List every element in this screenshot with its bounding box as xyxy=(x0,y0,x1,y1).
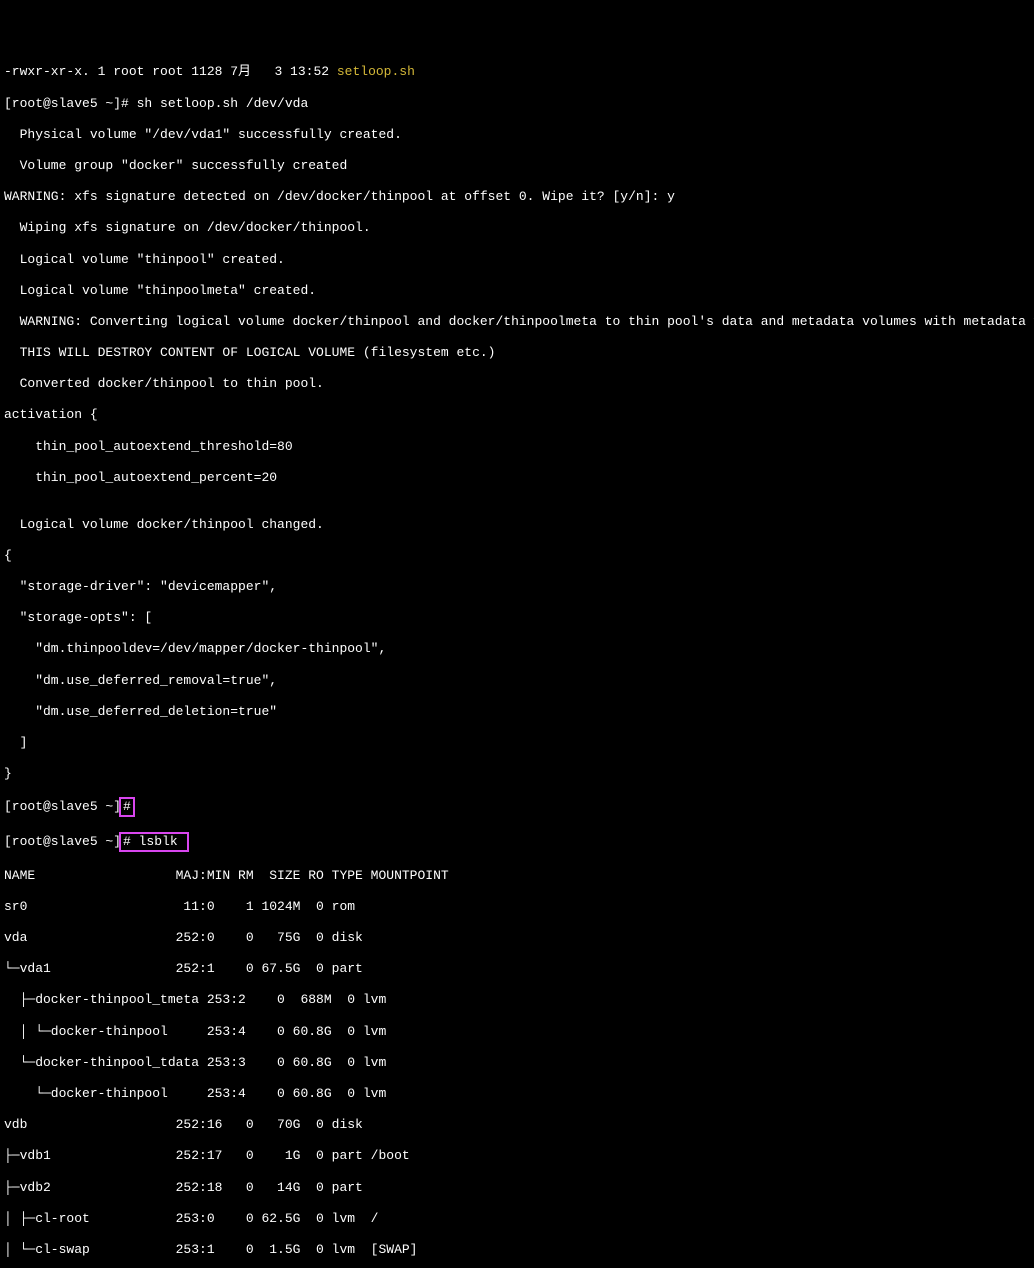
terminal-line: Volume group "docker" successfully creat… xyxy=(4,158,1030,174)
terminal-line: "storage-driver": "devicemapper", xyxy=(4,579,1030,595)
highlighted-command: # lsblk xyxy=(119,832,189,852)
lsblk-row: └─vda1 252:1 0 67.5G 0 part xyxy=(4,961,1030,977)
terminal-line: { xyxy=(4,548,1030,564)
terminal-line: [root@slave5 ~]# sh setloop.sh /dev/vda xyxy=(4,96,1030,112)
lsblk-header: NAME MAJ:MIN RM SIZE RO TYPE MOUNTPOINT xyxy=(4,868,1030,884)
lsblk-row: │ └─docker-thinpool 253:4 0 60.8G 0 lvm xyxy=(4,1024,1030,1040)
prompt-line[interactable]: [root@slave5 ~]# lsblk xyxy=(4,832,1030,852)
lsblk-row: ├─vdb2 252:18 0 14G 0 part xyxy=(4,1180,1030,1196)
script-filename: setloop.sh xyxy=(337,64,415,79)
lsblk-row: └─docker-thinpool_tdata 253:3 0 60.8G 0 … xyxy=(4,1055,1030,1071)
lsblk-row: sr0 11:0 1 1024M 0 rom xyxy=(4,899,1030,915)
lsblk-row: ├─vdb1 252:17 0 1G 0 part /boot xyxy=(4,1148,1030,1164)
terminal-line: WARNING: xfs signature detected on /dev/… xyxy=(4,189,1030,205)
terminal-line: ] xyxy=(4,735,1030,751)
shell-prompt: [root@slave5 ~] xyxy=(4,834,121,849)
terminal-line: Logical volume "thinpoolmeta" created. xyxy=(4,283,1030,299)
terminal-line: Logical volume "thinpool" created. xyxy=(4,252,1030,268)
shell-prompt: [root@slave5 ~] xyxy=(4,799,121,814)
terminal-line: } xyxy=(4,766,1030,782)
terminal-line: "storage-opts": [ xyxy=(4,610,1030,626)
prompt-line[interactable]: [root@slave5 ~]# xyxy=(4,797,1030,817)
terminal-line: Logical volume docker/thinpool changed. xyxy=(4,517,1030,533)
terminal-line: "dm.use_deferred_removal=true", xyxy=(4,673,1030,689)
ls-output-line: -rwxr-xr-x. 1 root root 1128 7月 3 13:52 … xyxy=(4,64,1030,80)
lsblk-row: └─docker-thinpool 253:4 0 60.8G 0 lvm xyxy=(4,1086,1030,1102)
terminal-line: activation { xyxy=(4,407,1030,423)
lsblk-row: vdb 252:16 0 70G 0 disk xyxy=(4,1117,1030,1133)
file-perms: -rwxr-xr-x. 1 root root 1128 7月 3 13:52 xyxy=(4,64,337,79)
highlighted-prompt-char: # xyxy=(119,797,135,817)
terminal-line: THIS WILL DESTROY CONTENT OF LOGICAL VOL… xyxy=(4,345,1030,361)
terminal-line: Physical volume "/dev/vda1" successfully… xyxy=(4,127,1030,143)
terminal-line: thin_pool_autoextend_threshold=80 xyxy=(4,439,1030,455)
terminal-line: WARNING: Converting logical volume docke… xyxy=(4,314,1030,330)
lsblk-row: │ └─cl-swap 253:1 0 1.5G 0 lvm [SWAP] xyxy=(4,1242,1030,1258)
terminal-line: "dm.use_deferred_deletion=true" xyxy=(4,704,1030,720)
lsblk-row: ├─docker-thinpool_tmeta 253:2 0 688M 0 l… xyxy=(4,992,1030,1008)
terminal-line: thin_pool_autoextend_percent=20 xyxy=(4,470,1030,486)
terminal-line: "dm.thinpooldev=/dev/mapper/docker-thinp… xyxy=(4,641,1030,657)
terminal-line: Wiping xfs signature on /dev/docker/thin… xyxy=(4,220,1030,236)
lsblk-row: vda 252:0 0 75G 0 disk xyxy=(4,930,1030,946)
terminal-line: Converted docker/thinpool to thin pool. xyxy=(4,376,1030,392)
lsblk-row: │ ├─cl-root 253:0 0 62.5G 0 lvm / xyxy=(4,1211,1030,1227)
